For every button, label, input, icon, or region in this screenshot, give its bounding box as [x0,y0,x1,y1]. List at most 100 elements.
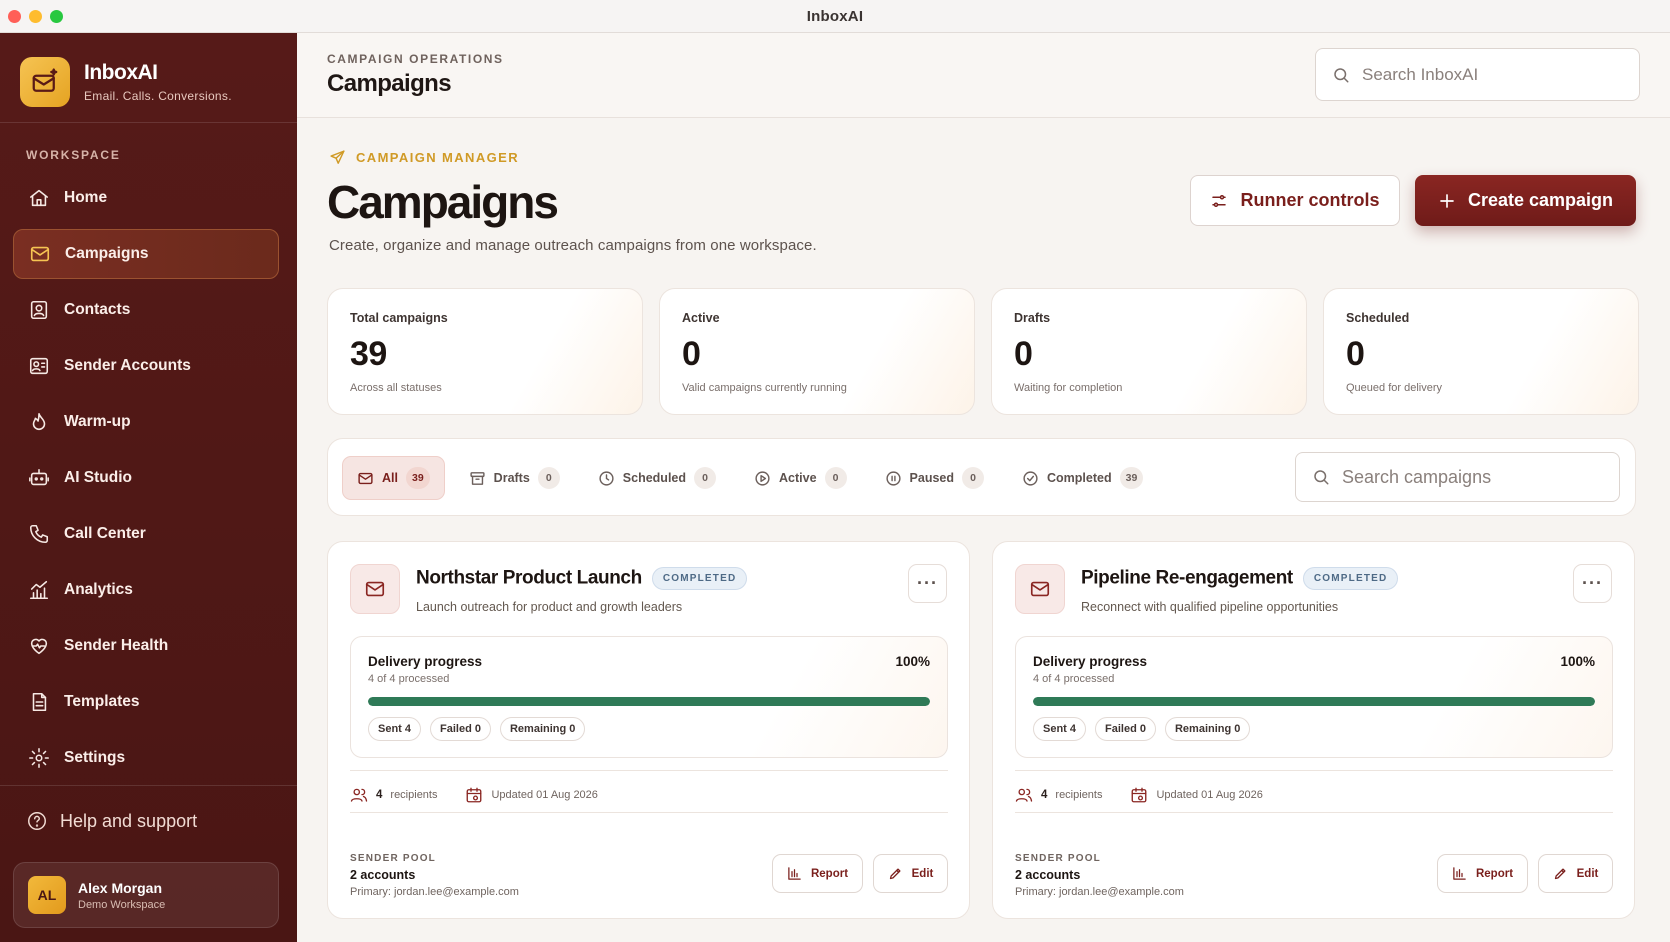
recipients-count: 4 [1041,789,1048,801]
create-campaign-button[interactable]: Create campaign [1415,175,1636,226]
updated-date: Updated 01 Aug 2026 [1156,789,1263,801]
tab-label: Drafts [493,471,530,485]
gear-icon [29,748,49,768]
campaign-name[interactable]: Northstar Product Launch [416,568,642,589]
progress-percent: 100% [895,654,930,669]
play-circle-icon [755,470,770,486]
sender-pool-count: 2 accounts [1015,868,1081,882]
failed-pill: Failed 0 [430,717,491,741]
sent-pill: Sent 4 [1033,717,1087,741]
progress-pills: Sent 4 Failed 0 Remaining 0 [368,717,586,741]
ellipsis-icon: ··· [917,573,938,593]
send-icon [330,150,345,164]
sender-pool-label: SENDER POOL [350,853,436,864]
sidebar-item-warm-up[interactable]: Warm-up [13,397,279,447]
sidebar-item-ai-studio[interactable]: AI Studio [13,453,279,503]
sidebar-item-analytics[interactable]: Analytics [13,565,279,615]
tab-scheduled[interactable]: Scheduled 0 [584,456,730,500]
tab-paused[interactable]: Paused 0 [871,456,998,500]
close-window-button[interactable] [8,10,21,23]
edit-button[interactable]: Edit [873,854,948,893]
sidebar-item-templates[interactable]: Templates [13,677,279,727]
tab-active[interactable]: Active 0 [740,456,861,500]
stat-note: Valid campaigns currently running [682,382,847,394]
stat-note: Waiting for completion [1014,382,1123,394]
stats-row: Total campaigns 39 Across all statuses A… [327,288,1639,415]
report-label: Report [1475,867,1514,880]
search-icon [1314,470,1329,485]
delivery-progress-panel: Delivery progress 4 of 4 processed 100% … [1015,636,1613,758]
sidebar-item-campaigns[interactable]: Campaigns [13,229,279,279]
card-divider [350,770,948,771]
progress-title: Delivery progress [368,654,483,669]
brand[interactable]: InboxAI Email. Calls. Conversions. [20,57,232,107]
stat-label: Active [682,311,720,325]
remaining-pill: Remaining 0 [499,717,586,741]
progress-percent: 100% [1560,654,1595,669]
sidebar-item-sender-accounts[interactable]: Sender Accounts [13,341,279,391]
campaign-search-input[interactable] [1342,466,1602,488]
report-button[interactable]: Report [772,854,863,893]
campaign-card[interactable]: Northstar Product Launch COMPLETED Launch… [327,541,970,919]
campaign-title-row: Northstar Product Launch COMPLETED [416,567,748,590]
campaign-card[interactable]: Pipeline Re-engagement COMPLETED Reconnec… [992,541,1635,919]
topbar: CAMPAIGN OPERATIONS Campaigns [297,33,1670,118]
status-badge: COMPLETED [651,567,748,590]
runner-controls-button[interactable]: Runner controls [1190,175,1400,226]
users-icon [1015,788,1033,802]
failed-pill: Failed 0 [1095,717,1156,741]
progress-bar [368,697,930,706]
tab-completed[interactable]: Completed 39 [1008,456,1157,500]
search-icon [1334,67,1349,82]
stat-value: 0 [682,335,701,373]
calendar-icon [467,787,482,803]
bar-chart-icon [788,867,801,880]
flame-icon [32,412,46,431]
tab-label: Completed [1047,471,1112,485]
campaign-description: Launch outreach for product and growth l… [416,600,683,614]
check-circle-icon [1023,470,1038,486]
stat-card-drafts: Drafts 0 Waiting for completion [991,288,1307,415]
user-profile-card[interactable]: AL Alex Morgan Demo Workspace [13,862,279,928]
help-and-support-link[interactable]: Help and support [26,810,197,832]
campaign-meta: 4 recipients Updated 01 Aug 2026 [1015,786,1263,804]
mail-icon [30,246,50,262]
tab-label: Scheduled [622,471,687,485]
zoom-window-button[interactable] [50,10,63,23]
campaign-name[interactable]: Pipeline Re-engagement [1081,568,1293,589]
more-options-button[interactable]: ··· [908,564,947,603]
report-button[interactable]: Report [1437,854,1528,893]
sidebar-item-call-center[interactable]: Call Center [13,509,279,559]
campaign-search[interactable] [1295,452,1620,502]
pencil-icon [1554,868,1566,880]
clock-icon [599,470,614,486]
stat-note: Queued for delivery [1346,382,1442,394]
edit-button[interactable]: Edit [1538,854,1613,893]
global-search-input[interactable] [1362,64,1622,85]
heart-pulse-icon [30,638,48,655]
sidebar-item-label: Sender Health [64,637,169,654]
sliders-icon [1212,194,1227,207]
sidebar-divider [0,122,297,123]
sidebar-item-home[interactable]: Home [13,173,279,223]
minimize-window-button[interactable] [29,10,42,23]
more-options-button[interactable]: ··· [1573,564,1612,603]
global-search[interactable] [1315,48,1640,101]
edit-label: Edit [911,867,934,880]
tab-all[interactable]: All 39 [342,456,445,500]
sidebar-item-contacts[interactable]: Contacts [13,285,279,335]
remaining-pill: Remaining 0 [1164,717,1251,741]
sidebar-item-sender-health[interactable]: Sender Health [13,621,279,671]
user-name: Alex Morgan [78,879,163,896]
sidebar-item-settings[interactable]: Settings [13,733,279,783]
edit-label: Edit [1576,867,1599,880]
help-icon [28,812,46,830]
plus-icon [1440,193,1454,208]
page-title: Campaigns [327,176,559,228]
tab-drafts[interactable]: Drafts 0 [455,456,574,500]
window-title: InboxAI [806,7,864,25]
tab-count-badge: 0 [537,467,560,489]
sidebar-item-label: Contacts [64,301,131,318]
pause-circle-icon [885,470,901,486]
runner-controls-label: Runner controls [1240,190,1380,210]
